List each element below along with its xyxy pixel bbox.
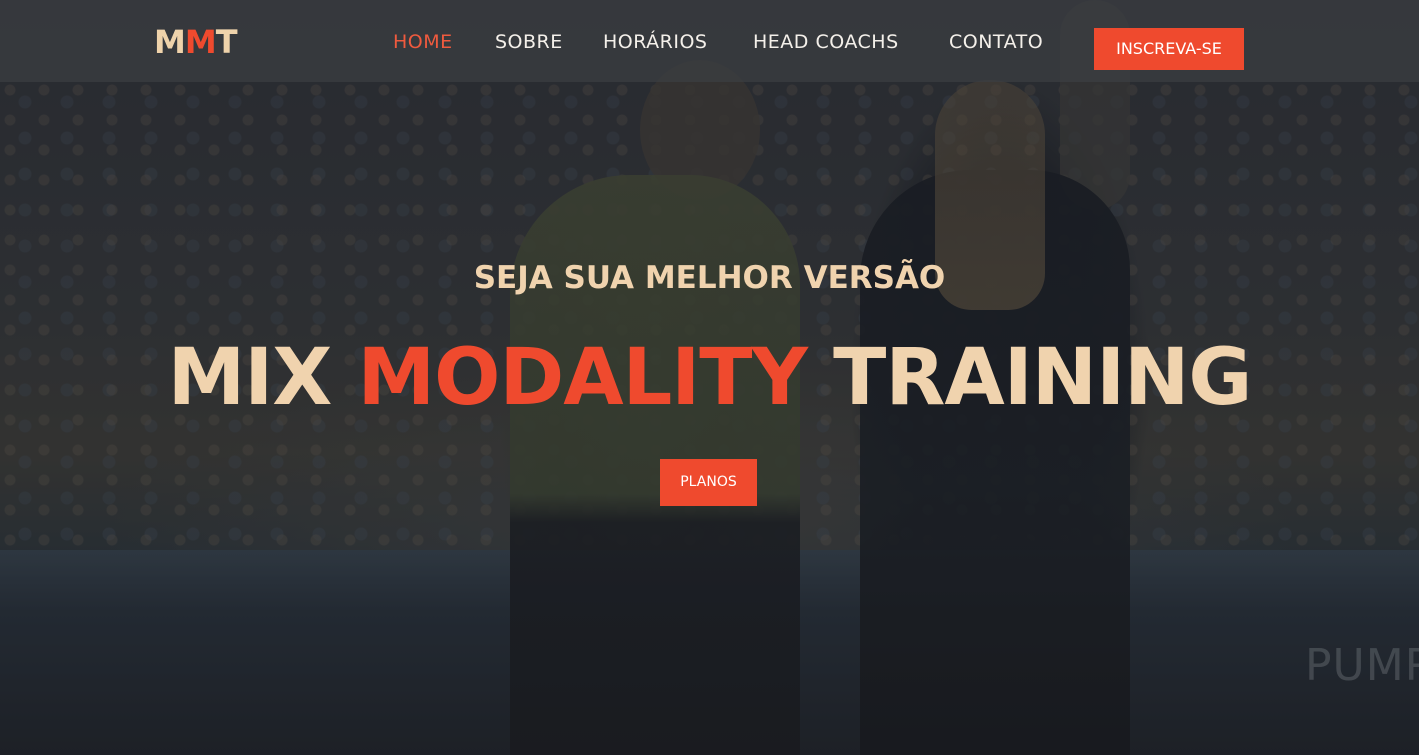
nav-item-head-coachs[interactable]: HEAD COACHS [753, 30, 899, 54]
plans-button[interactable]: PLANOS [660, 459, 757, 506]
navbar: MMT HOME SOBRE HORÁRIOS HEAD COACHS CONT… [0, 0, 1419, 82]
nav-item-horarios[interactable]: HORÁRIOS [603, 30, 708, 54]
headline-word-mix: MIX [167, 333, 358, 423]
nav-item-home[interactable]: HOME [393, 30, 453, 54]
hero-tagline: SEJA SUA MELHOR VERSÃO [473, 260, 946, 296]
logo-letter-2: M [184, 23, 217, 61]
nav-item-contato[interactable]: CONTATO [949, 30, 1043, 54]
nav-item-sobre[interactable]: SOBRE [495, 30, 563, 54]
logo-letter-3: T [215, 23, 238, 61]
headline-word-training: TRAINING [806, 333, 1252, 423]
logo-letter-1: M [154, 23, 186, 61]
hero-headline: MIX MODALITY TRAINING [0, 332, 1419, 424]
site-logo[interactable]: MMT [154, 23, 238, 61]
headline-word-modality: MODALITY [357, 333, 808, 423]
signup-button[interactable]: INSCREVA-SE [1094, 28, 1244, 70]
